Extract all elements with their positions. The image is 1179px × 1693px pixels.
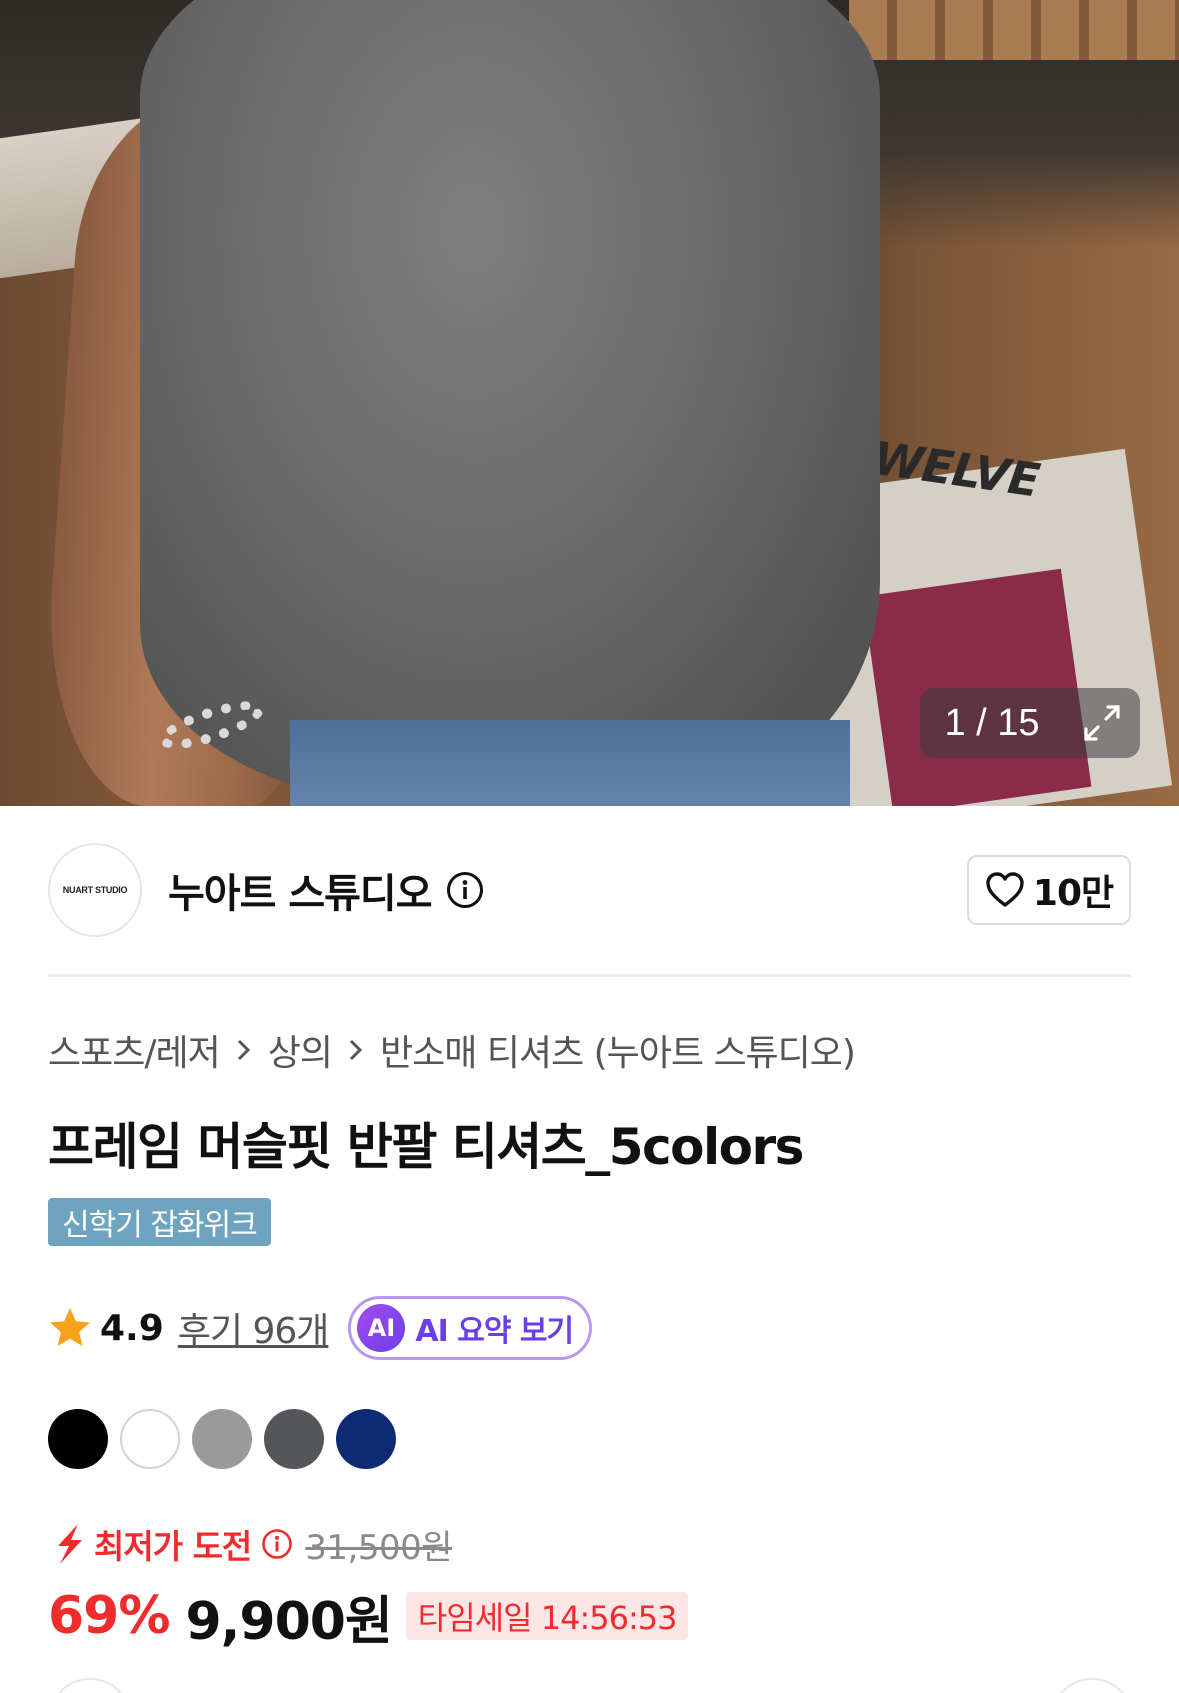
rating-score: 4.9 [100, 1307, 164, 1349]
info-icon [446, 872, 483, 908]
lowest-price-info-button[interactable] [261, 1528, 293, 1560]
store-logo[interactable]: NUART STUDIO [48, 843, 142, 937]
like-count: 10만 [1032, 873, 1114, 914]
promo-tag[interactable]: 신학기 잡화위크 [48, 1198, 271, 1246]
color-options [48, 1409, 396, 1469]
product-image[interactable]: TWELVE 1 / 15 [0, 0, 1179, 806]
like-button[interactable]: 10만 [967, 855, 1131, 925]
chevron-right-icon [226, 1037, 262, 1063]
lowest-price-row: 최저가 도전 31,500원 [52, 1520, 453, 1568]
store-info-button[interactable] [446, 871, 484, 909]
ai-icon: AI [357, 1304, 406, 1352]
reviews-link[interactable]: 후기 96개 [178, 1302, 330, 1354]
chevron-right-icon [338, 1037, 374, 1063]
product-title: 프레임 머슬핏 반팔 티셔츠_5colors [48, 1118, 804, 1176]
expand-button[interactable] [1064, 688, 1140, 758]
store-row: NUART STUDIO 누아트 스튜디오 10만 [48, 843, 1131, 937]
original-price: 31,500원 [305, 1527, 453, 1568]
sale-price: 9,900원 [185, 1591, 392, 1652]
heart-icon [986, 872, 1024, 907]
ai-summary-label: AI 요약 보기 [415, 1314, 574, 1349]
image-counter: 1 / 15 [920, 688, 1064, 758]
color-swatch-navy[interactable] [336, 1409, 396, 1469]
photo-cups [849, 0, 1179, 60]
photo-jeans [290, 720, 850, 806]
price-row: 69% 9,900원 타임세일 14:56:53 [48, 1580, 689, 1652]
lightning-icon [58, 1524, 82, 1564]
color-swatch-black[interactable] [48, 1409, 108, 1469]
info-icon [262, 1529, 293, 1559]
star-icon [50, 1308, 90, 1346]
breadcrumb: 스포츠/레저 상의 반소매 티셔츠 (누아트 스튜디오) [48, 1024, 856, 1076]
expand-icon [1084, 705, 1120, 741]
divider [48, 974, 1131, 977]
color-swatch-white[interactable] [120, 1409, 180, 1469]
ai-summary-button[interactable]: AI AI 요약 보기 [348, 1296, 593, 1360]
color-swatch-light-gray[interactable] [192, 1409, 252, 1469]
partial-button[interactable] [48, 1678, 132, 1693]
partial-button[interactable] [1050, 1678, 1134, 1693]
breadcrumb-item[interactable]: 상의 [268, 1024, 333, 1076]
breadcrumb-item[interactable]: 반소매 티셔츠 (누아트 스튜디오) [380, 1024, 856, 1076]
photo-tshirt [140, 0, 880, 800]
timesale-badge: 타임세일 14:56:53 [405, 1592, 689, 1640]
discount-rate: 69% [48, 1586, 170, 1646]
lowest-price-label: 최저가 도전 [94, 1527, 252, 1566]
color-swatch-charcoal[interactable] [264, 1409, 324, 1469]
breadcrumb-item[interactable]: 스포츠/레저 [48, 1024, 221, 1076]
product-page: TWELVE 1 / 15 NUART STUDIO 누아트 스튜디오 10만 … [0, 0, 1179, 1693]
store-name[interactable]: 누아트 스튜디오 [168, 861, 433, 919]
rating-row: 4.9 후기 96개 AI AI 요약 보기 [48, 1295, 1131, 1361]
